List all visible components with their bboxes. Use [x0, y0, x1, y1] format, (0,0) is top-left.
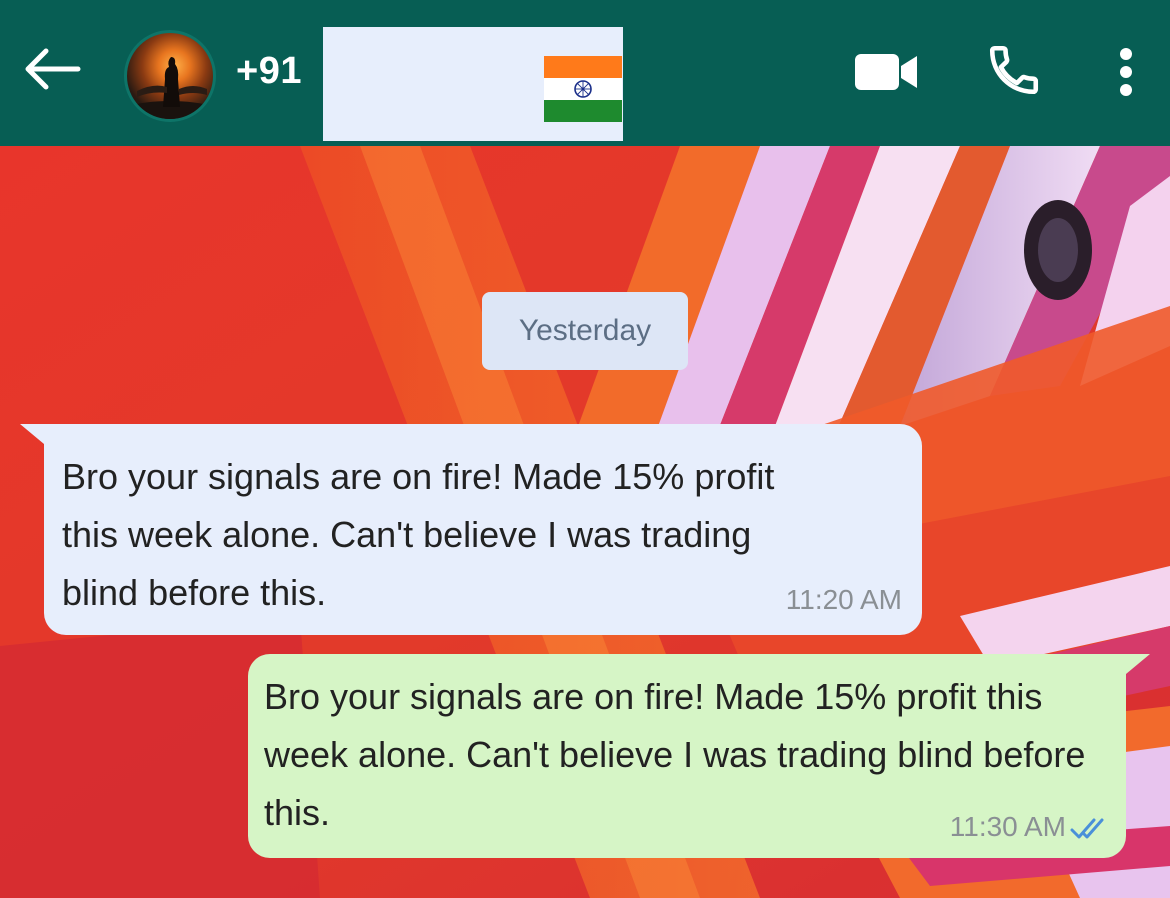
outgoing-message-bubble[interactable]: Bro your signals are on fire! Made 15% p… — [248, 654, 1150, 858]
chat-header: +91 — [0, 0, 1170, 146]
avatar-silhouette-image — [127, 57, 213, 119]
contact-number[interactable]: +91 — [236, 50, 302, 93]
date-divider: Yesterday — [482, 292, 688, 370]
chat-screen: +91 Yesterday Bro your signals are on fi… — [0, 0, 1170, 898]
bubble-tail — [20, 424, 44, 444]
arrow-left-icon — [25, 48, 81, 90]
ashoka-chakra-icon — [574, 80, 592, 98]
flag-white-stripe — [544, 78, 622, 100]
more-vertical-icon — [1120, 48, 1132, 96]
incoming-message-bubble[interactable]: Bro your signals are on fire! Made 15% p… — [20, 424, 922, 635]
phone-icon — [989, 45, 1039, 95]
message-time: 11:20 AM — [785, 584, 902, 615]
back-button[interactable] — [18, 40, 84, 98]
voice-call-button[interactable] — [982, 38, 1046, 102]
bubble-tail — [1126, 654, 1150, 674]
flag-green-stripe — [544, 100, 622, 122]
message-time: 11:30 AM — [949, 811, 1066, 842]
avatar[interactable] — [124, 30, 216, 122]
india-flag-icon — [544, 56, 622, 122]
more-options-button[interactable] — [1108, 42, 1144, 102]
double-check-icon — [1070, 818, 1104, 839]
video-call-button[interactable] — [850, 46, 922, 98]
message-text: Bro your signals are on fire! Made 15% p… — [62, 456, 775, 613]
flag-saffron-stripe — [544, 56, 622, 78]
video-camera-icon — [855, 54, 917, 90]
